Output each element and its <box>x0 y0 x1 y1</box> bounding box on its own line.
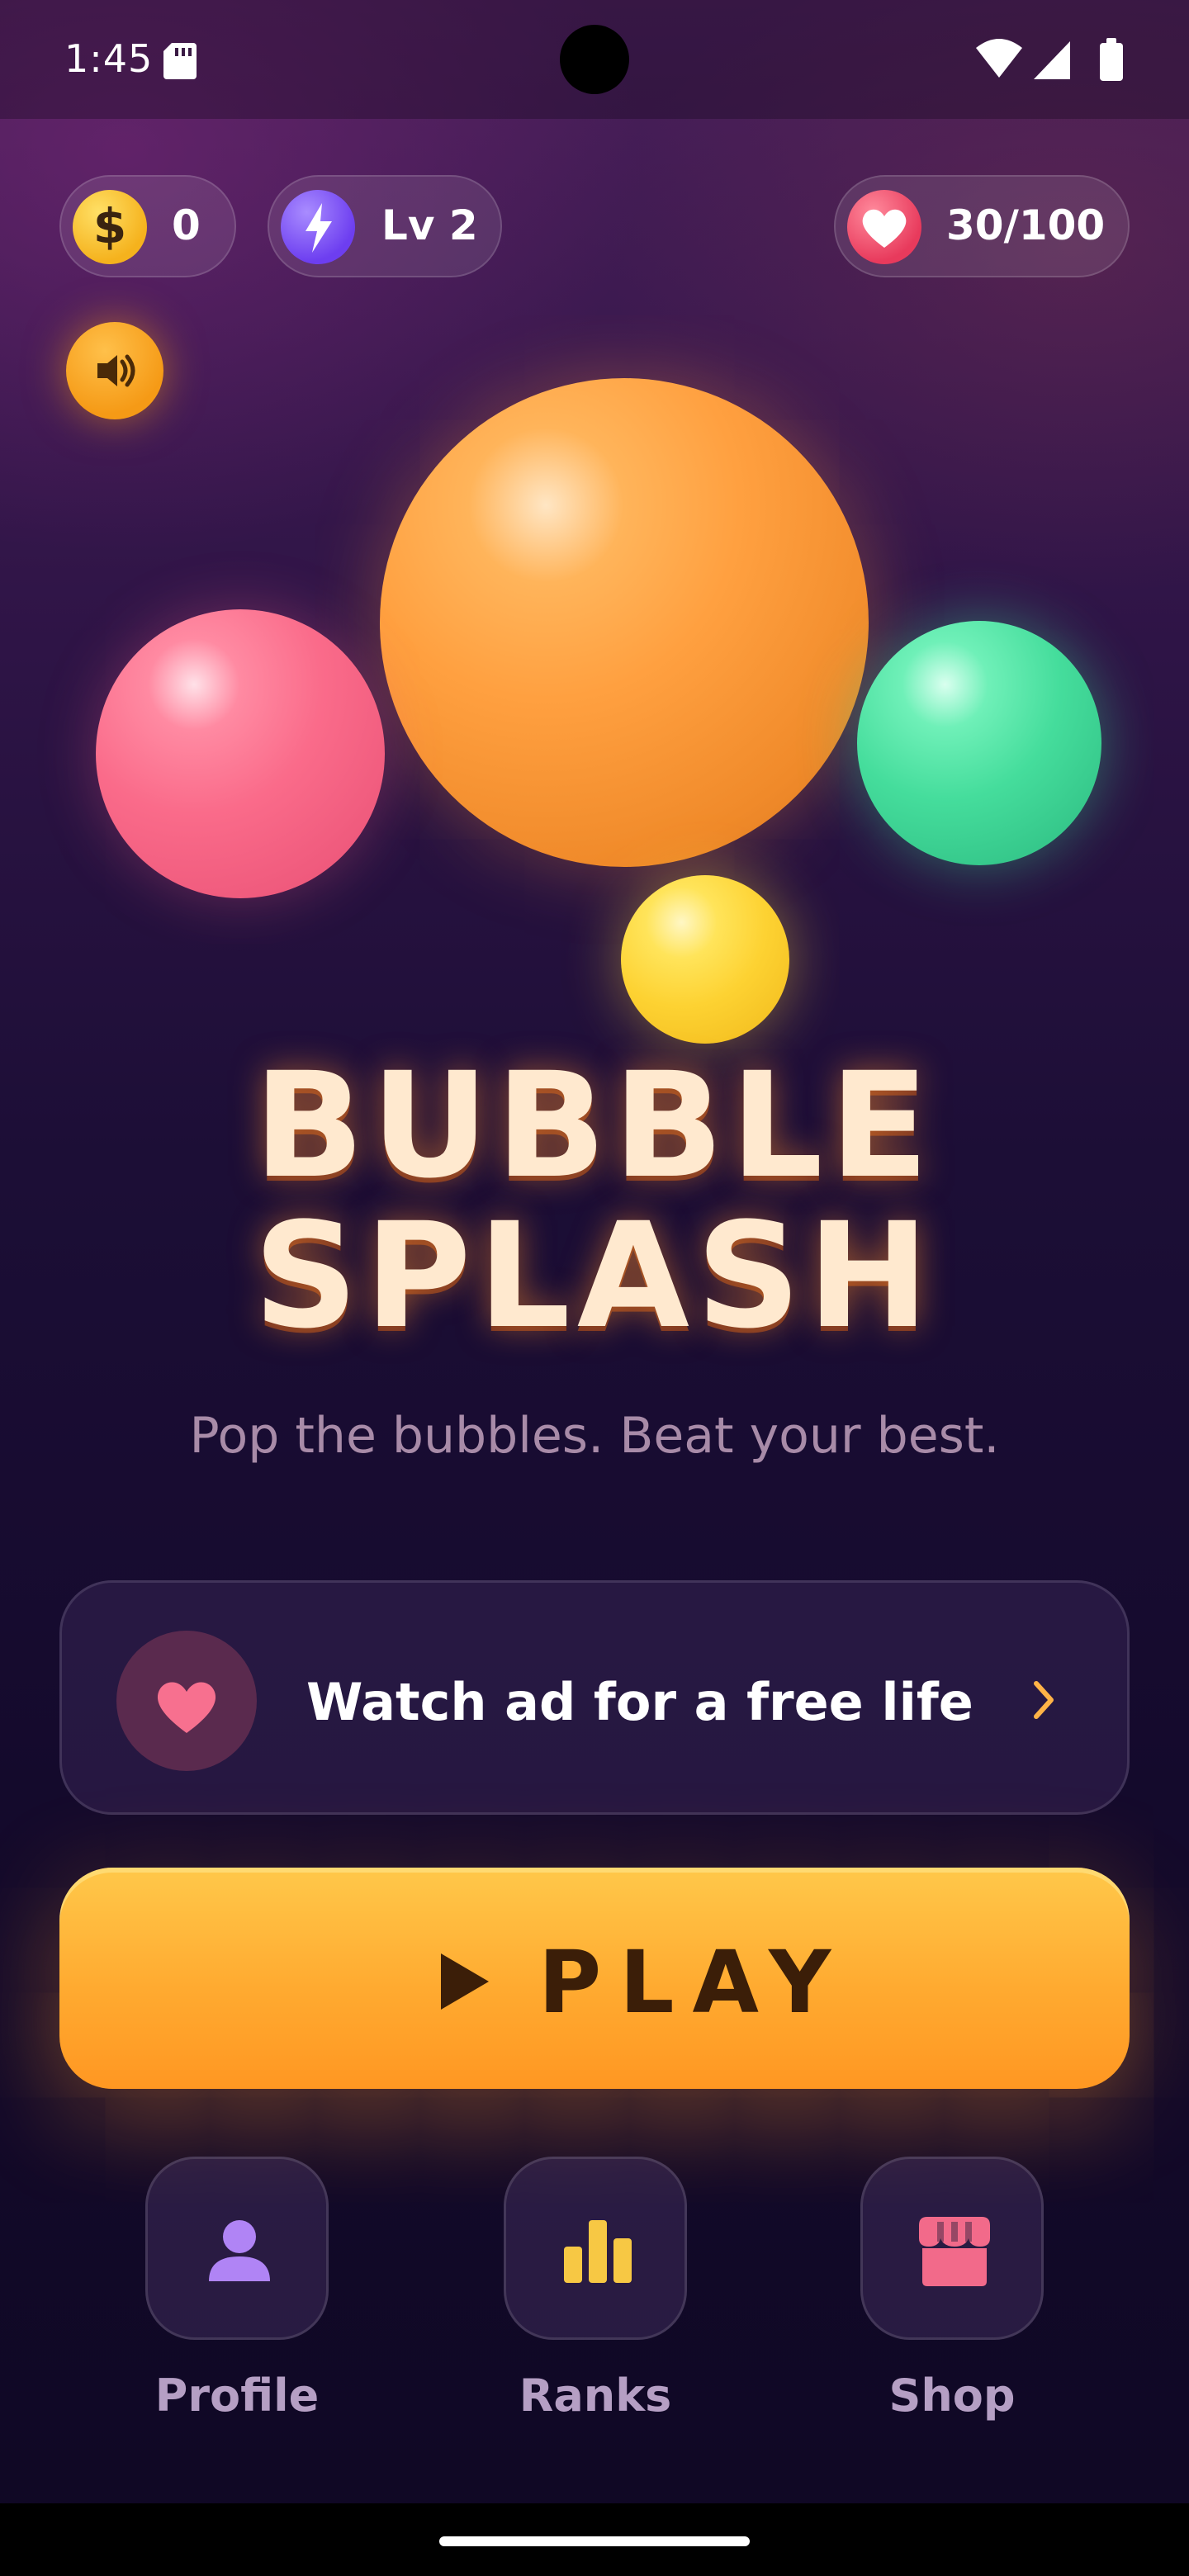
person-icon <box>209 2220 270 2281</box>
level-badge[interactable]: Lv 2 <box>268 175 502 277</box>
battery-icon <box>1100 43 1123 81</box>
green-bubble <box>857 621 1101 865</box>
nav-profile-button[interactable] <box>145 2157 329 2340</box>
lives-counter[interactable]: 30/100 <box>834 175 1130 277</box>
game-home-screen: 1:45 $ 0 Lv 2 30/100 BUBBLE SPLASH Pop t… <box>0 0 1189 2576</box>
lightning-icon <box>281 190 355 264</box>
coin-icon: $ <box>73 190 147 264</box>
play-icon <box>441 1953 489 2010</box>
game-title-line-2: SPLASH <box>253 1191 936 1361</box>
sd-card-icon <box>163 43 197 79</box>
status-time: 1:45 <box>64 36 154 81</box>
nav-shop-label: Shop <box>888 2370 1016 2422</box>
nav-ranks-button[interactable] <box>504 2157 687 2340</box>
home-indicator[interactable] <box>439 2536 750 2546</box>
watch-ad-label: Watch ad for a free life <box>306 1672 973 1732</box>
svg-text:$: $ <box>93 198 126 254</box>
sound-toggle-button[interactable] <box>66 322 163 419</box>
play-label: PLAY <box>538 1932 850 2033</box>
system-status-icons <box>976 38 1123 81</box>
speaker-icon <box>97 354 135 387</box>
watch-ad-free-life-button[interactable]: Watch ad for a free life <box>59 1580 1130 1815</box>
heart-icon <box>847 190 921 264</box>
heart-icon <box>116 1631 257 1771</box>
status-bar: 1:45 <box>0 0 1189 119</box>
nav-ranks-label: Ranks <box>519 2370 672 2422</box>
signal-icon <box>1034 41 1070 79</box>
storefront-icon <box>919 2217 990 2286</box>
wifi-icon <box>976 39 1022 78</box>
nav-shop-button[interactable] <box>860 2157 1044 2340</box>
play-button[interactable]: PLAY <box>59 1868 1130 2089</box>
pink-bubble <box>96 609 385 898</box>
orange-bubble <box>380 378 869 867</box>
coins-counter[interactable]: $ 0 <box>59 175 236 277</box>
camera-cutout <box>560 25 629 94</box>
chevron-right-icon <box>1034 1681 1054 1719</box>
bar-chart-icon <box>564 2220 632 2283</box>
coins-value: 0 <box>172 201 201 249</box>
tagline: Pop the bubbles. Beat your best. <box>189 1407 1000 1465</box>
nav-profile-label: Profile <box>154 2370 320 2422</box>
level-value: Lv 2 <box>381 201 478 249</box>
lives-value: 30/100 <box>946 201 1106 249</box>
yellow-bubble <box>621 875 789 1044</box>
game-title-line-1: BUBBLE <box>253 1041 936 1210</box>
